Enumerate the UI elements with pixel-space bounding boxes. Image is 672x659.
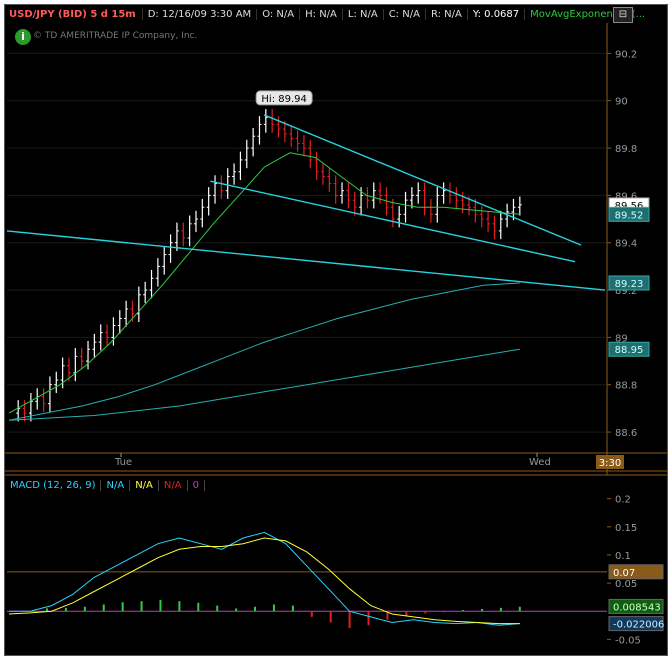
time-label-wed: Wed [529,457,551,468]
macd-badge: 0.07 [608,564,664,580]
range-readout: R: N/A [424,8,467,20]
price-badge: 89.23 [608,275,650,291]
high-label: Hi: 89.94 [261,94,306,105]
macd-badge-label: 0.008543 [613,602,661,613]
symbol-label[interactable]: USD/JPY (BID) 5 d 15m [5,9,142,20]
price-tick-label: 88.8 [615,381,637,392]
macd-value: N/A [101,479,131,491]
price-badge-label: 89.23 [615,279,644,290]
trend-line [210,180,576,263]
price-tick-label: 88.6 [615,428,637,439]
price-badge: 89.52 [608,206,650,222]
low-readout: L: N/A [341,8,383,20]
price-tick-label: 90.2 [615,49,637,60]
macd-tick-label: 0.1 [615,551,631,562]
price-tick-label: 90 [615,97,628,108]
price-tick-label: 89.8 [615,144,637,155]
time-badge-label: 3:30 [599,458,621,469]
chart-canvas: 90.29089.889.689.489.28988.888.6Hi: 89.9… [5,23,667,655]
macd-badge: -0.022006 [608,616,664,632]
macd-tick-label: 0.05 [615,579,637,590]
macd-badge: 0.008543 [608,598,664,614]
zero-value: 0 [188,479,205,491]
price-tick-label: 89.4 [615,239,637,250]
close-readout: C: N/A [382,8,425,20]
trend-line [263,114,582,246]
trend-line [6,230,606,291]
histogram-value: N/A [159,479,188,491]
macd-title[interactable]: MACD (12, 26, 9) [5,479,102,491]
high-marker: Hi: 89.94 [255,90,313,106]
macd-tick-label: 0.2 [615,495,631,506]
macd-panel-bg [5,475,667,655]
price-badge: 88.95 [608,341,650,357]
chart-window: 90.2 90 89.8 89.6 89.4 89.2 89 88.8 88.6 Hi: 89.9… [4,4,668,656]
date-readout: D: 12/16/09 3:30 AM [141,8,256,20]
signal-value: N/A [130,479,159,491]
copyright-text: © TD AMERITRADE IP Company, Inc. [33,31,198,41]
macd-tick-label: 0.15 [615,523,637,534]
open-readout: O: N/A [256,8,299,20]
macd-tick-label: -0.05 [615,635,641,646]
price-badge-label: 88.95 [615,345,644,356]
macd-header: MACD (12, 26, 9) N/A N/A N/A 0 [5,477,205,493]
ema-slow-line [8,282,520,421]
y-readout: Y: 0.0687 [466,8,524,20]
info-icon[interactable]: i [15,29,31,45]
price-badge-label: 89.52 [615,210,644,221]
window-toggle-button[interactable]: ⊟ [613,7,633,23]
chart-header: USD/JPY (BID) 5 d 15m D: 12/16/09 3:30 A… [5,5,645,23]
macd-badge-label: -0.022006 [613,620,664,631]
macd-badge-label: 0.07 [613,568,635,579]
time-label-tue: Tue [114,457,132,468]
high-readout: H: N/A [299,8,342,20]
